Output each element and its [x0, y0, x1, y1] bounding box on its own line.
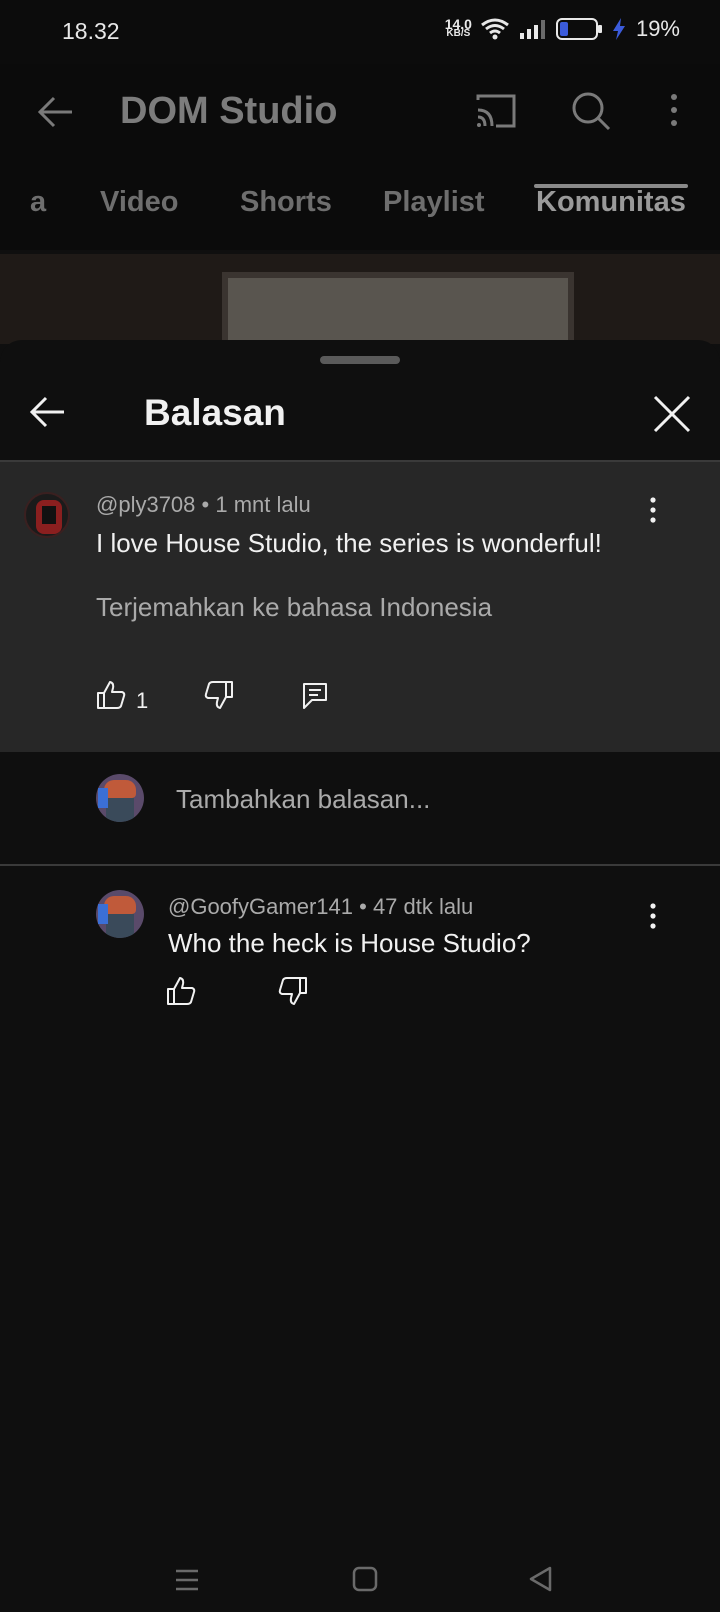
post-image: [0, 254, 720, 344]
parent-comment: @ply3708 • 1 mnt lalu I love House Studi…: [0, 462, 720, 752]
dislike-icon[interactable]: [204, 680, 234, 710]
drag-handle[interactable]: [320, 356, 400, 364]
tab-playlist[interactable]: Playlist: [383, 186, 485, 219]
network-speed: 14.0 KB/S: [445, 17, 472, 39]
add-reply-row[interactable]: Tambahkan balasan...: [0, 752, 720, 862]
meta-separator: •: [201, 492, 216, 517]
comment-time: 47 dtk lalu: [372, 894, 474, 919]
charging-bolt-icon: [612, 18, 625, 40]
signal-icon: [519, 20, 545, 39]
sheet-title: Balasan: [144, 392, 286, 433]
reply-input[interactable]: Tambahkan balasan...: [176, 784, 430, 815]
comment-text: Who the heck is House Studio?: [168, 928, 531, 958]
tab-shorts[interactable]: Shorts: [240, 186, 332, 219]
more-vert-icon[interactable]: [648, 902, 658, 930]
home-icon[interactable]: [352, 1566, 378, 1592]
meta-separator: •: [359, 894, 373, 919]
reply-comment: @GoofyGamer141 • 47 dtk lalu Who the hec…: [0, 866, 720, 1066]
channel-title: DOM Studio: [120, 90, 338, 132]
comment-time: 1 mnt lalu: [215, 492, 311, 517]
back-arrow-icon[interactable]: [28, 392, 68, 432]
cast-icon[interactable]: [474, 92, 518, 130]
battery-percent: 19%: [635, 16, 680, 41]
channel-tabs: a Video Shorts Playlist Komunitas: [0, 186, 720, 250]
back-nav-icon[interactable]: [528, 1566, 554, 1592]
network-speed-unit: KB/S: [446, 28, 471, 39]
comment-author[interactable]: @ply3708: [96, 492, 195, 517]
translate-link[interactable]: Terjemahkan ke bahasa Indonesia: [96, 592, 492, 623]
like-count: 1: [136, 688, 149, 713]
comment-meta: @GoofyGamer141 • 47 dtk lalu: [168, 894, 473, 920]
avatar[interactable]: [24, 492, 70, 538]
avatar: [96, 774, 144, 822]
tab-komunitas[interactable]: Komunitas: [536, 186, 686, 219]
search-icon[interactable]: [570, 90, 612, 132]
like-icon[interactable]: [166, 976, 196, 1006]
comment-author[interactable]: @GoofyGamer141: [168, 894, 353, 919]
system-nav-bar: [0, 1552, 720, 1612]
battery-icon: [555, 18, 602, 40]
dislike-icon[interactable]: [278, 976, 308, 1006]
wifi-icon: [481, 18, 509, 40]
like-icon[interactable]: [96, 680, 126, 710]
channel-header: DOM Studio a Video Shorts Playlist Komun…: [0, 64, 720, 250]
close-icon[interactable]: [652, 394, 692, 434]
tab-video[interactable]: Video: [100, 186, 178, 219]
comment-text: I love House Studio, the series is wonde…: [96, 528, 602, 558]
status-icons: 14.0 KB/S 19%: [445, 16, 680, 42]
replies-sheet: Balasan @ply3708 • 1 mnt lalu I love Hou…: [0, 340, 720, 1552]
menu-icon[interactable]: [174, 1568, 200, 1592]
avatar[interactable]: [96, 890, 144, 938]
more-vert-icon[interactable]: [648, 496, 658, 524]
comment-meta: @ply3708 • 1 mnt lalu: [96, 492, 311, 518]
active-tab-indicator: [534, 184, 688, 188]
scrim: [0, 254, 720, 344]
status-bar: 18.32 14.0 KB/S 19%: [0, 0, 720, 64]
reply-icon[interactable]: [302, 682, 328, 710]
more-vert-icon[interactable]: [668, 92, 680, 128]
status-time: 18.32: [62, 18, 120, 44]
tab-partial[interactable]: a: [30, 186, 46, 219]
back-arrow-icon[interactable]: [36, 92, 76, 132]
